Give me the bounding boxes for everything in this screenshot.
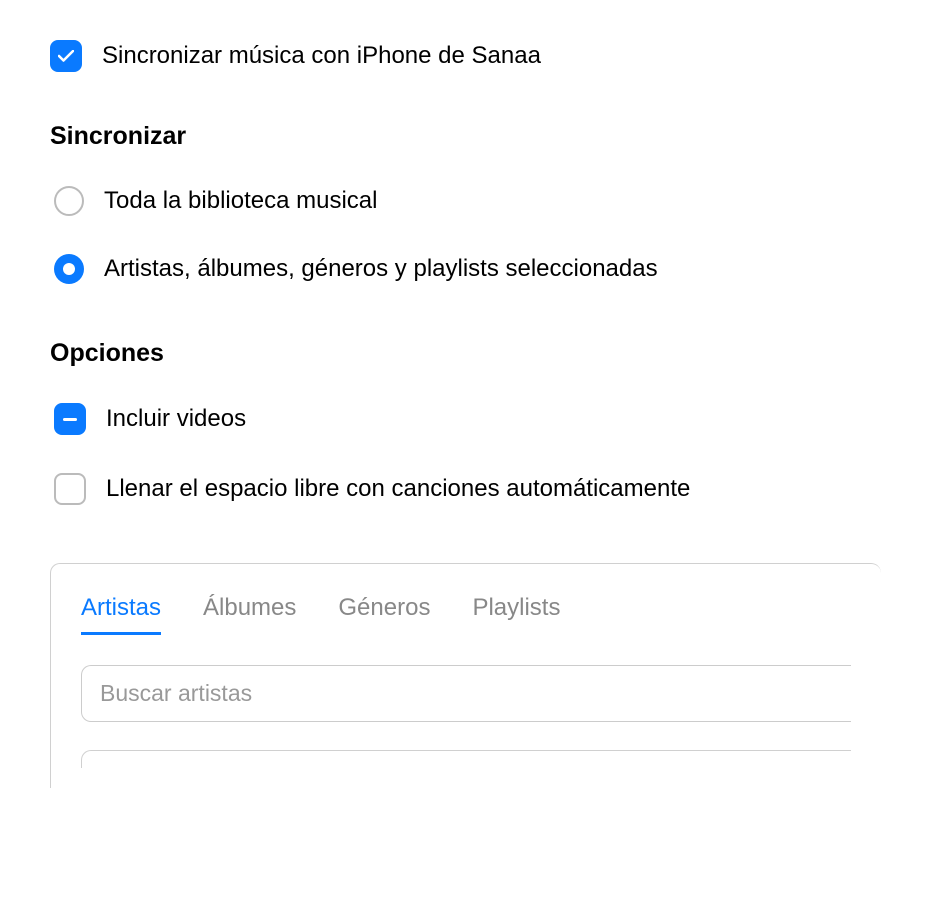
sync-selected-radio[interactable] xyxy=(54,254,84,284)
content-list xyxy=(81,750,851,768)
tabs-bar: Artistas Álbumes Géneros Playlists xyxy=(81,594,851,635)
content-panel: Artistas Álbumes Géneros Playlists xyxy=(50,563,881,788)
sync-section-title: Sincronizar xyxy=(50,122,881,151)
minus-icon xyxy=(63,418,77,421)
sync-all-radio[interactable] xyxy=(54,186,84,216)
tab-generos[interactable]: Géneros xyxy=(338,594,430,635)
fill-free-space-checkbox[interactable] xyxy=(54,473,86,505)
tab-artistas[interactable]: Artistas xyxy=(81,594,161,635)
check-icon xyxy=(58,50,74,62)
include-videos-row: Incluir videos xyxy=(54,403,881,435)
include-videos-checkbox[interactable] xyxy=(54,403,86,435)
sync-selected-row: Artistas, álbumes, géneros y playlists s… xyxy=(54,254,881,284)
sync-music-label: Sincronizar música con iPhone de Sanaa xyxy=(102,42,541,70)
options-section-title: Opciones xyxy=(50,339,881,368)
sync-all-label: Toda la biblioteca musical xyxy=(104,187,377,215)
fill-free-space-row: Llenar el espacio libre con canciones au… xyxy=(54,473,881,505)
tab-albumes[interactable]: Álbumes xyxy=(203,594,296,635)
search-input[interactable] xyxy=(81,665,851,722)
include-videos-label: Incluir videos xyxy=(106,405,246,433)
sync-selected-label: Artistas, álbumes, géneros y playlists s… xyxy=(104,255,658,283)
sync-all-row: Toda la biblioteca musical xyxy=(54,186,881,216)
tab-playlists[interactable]: Playlists xyxy=(472,594,560,635)
sync-music-checkbox[interactable] xyxy=(50,40,82,72)
sync-music-row: Sincronizar música con iPhone de Sanaa xyxy=(50,40,881,72)
fill-free-space-label: Llenar el espacio libre con canciones au… xyxy=(106,475,690,503)
